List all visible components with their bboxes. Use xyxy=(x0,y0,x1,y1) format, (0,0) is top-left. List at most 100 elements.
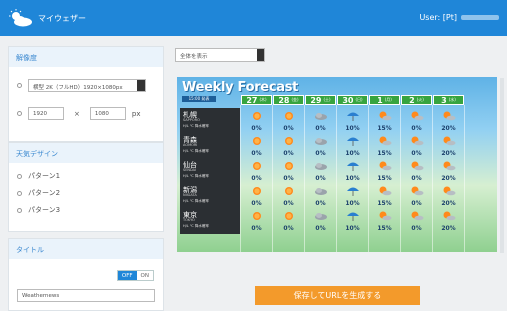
title-input[interactable]: Weathernews xyxy=(17,289,155,302)
day-header: 1 (月) xyxy=(369,95,400,105)
display-select[interactable]: 全体を表示 xyxy=(175,48,265,62)
forecast-cell: 0% xyxy=(241,133,272,159)
preset-radio[interactable] xyxy=(17,83,22,88)
title-toggle[interactable]: OFF ON xyxy=(116,270,154,281)
sun-icon xyxy=(285,137,293,145)
sun-cloud-icon xyxy=(411,211,424,221)
forecast-cell: 20% xyxy=(433,158,464,184)
forecast-cell: 0% xyxy=(305,183,336,209)
day-header: 29 (土) xyxy=(305,95,336,105)
resolution-preset-row: 横型 2K（フルHD）1920×1080px xyxy=(17,79,146,92)
precip-percent: 10% xyxy=(345,150,360,157)
title-panel: タイトル OFF ON Weathernews xyxy=(8,238,164,311)
city-english-name: AOMORI xyxy=(183,143,198,147)
forecast-cell: 10% xyxy=(337,133,368,159)
day-number: 1 xyxy=(377,95,383,105)
unit-label: px xyxy=(131,109,141,118)
city-subtitle: H/L ℃ 降水確率 xyxy=(183,124,209,128)
forecast-cell: 15% xyxy=(369,158,400,184)
forecast-cell: 20% xyxy=(433,133,464,159)
preview-scrollbar[interactable] xyxy=(500,78,504,253)
grid-line xyxy=(464,105,465,252)
forecast-date-label: 15:00 発表 xyxy=(182,96,216,102)
precip-percent: 0% xyxy=(283,225,294,232)
day-of-week: (火) xyxy=(416,97,424,102)
title-panel-title: タイトル xyxy=(9,239,163,259)
sun-cloud-icon xyxy=(443,111,456,121)
precip-percent: 20% xyxy=(441,150,456,157)
precip-percent: 10% xyxy=(345,225,360,232)
pattern-option[interactable]: パターン3 xyxy=(17,205,60,215)
custom-radio[interactable] xyxy=(17,111,22,116)
pattern-option[interactable]: パターン1 xyxy=(17,171,60,181)
forecast-cell: 0% xyxy=(273,158,304,184)
masked-username xyxy=(461,15,499,20)
precip-percent: 0% xyxy=(315,200,326,207)
city-label: 青森 AOMORI H/L ℃ 降水確率 xyxy=(180,133,240,159)
day-number: 27 xyxy=(246,95,258,105)
design-panel: 天気デザイン パターン1 パターン2 パターン3 xyxy=(8,142,164,232)
resolution-select[interactable]: 横型 2K（フルHD）1920×1080px xyxy=(28,79,146,92)
sun-icon xyxy=(253,212,261,220)
forecast-cell: 0% xyxy=(401,158,432,184)
sun-icon xyxy=(285,212,293,220)
forecast-cell: 15% xyxy=(369,183,400,209)
height-input[interactable]: 1080 xyxy=(89,107,126,120)
forecast-cell: 10% xyxy=(337,108,368,134)
day-number: 29 xyxy=(310,95,322,105)
pattern-radio[interactable] xyxy=(17,190,22,196)
user-label[interactable]: User: [Pt] xyxy=(419,13,499,22)
precip-percent: 0% xyxy=(315,225,326,232)
cloud-icon xyxy=(315,163,327,170)
city-subtitle: H/L ℃ 降水確率 xyxy=(183,174,209,178)
precip-percent: 0% xyxy=(411,200,422,207)
day-of-week: (木) xyxy=(259,97,267,102)
forecast-cell: 15% xyxy=(369,133,400,159)
chevron-down-icon xyxy=(257,49,264,61)
cloud-icon xyxy=(315,213,327,220)
precip-percent: 0% xyxy=(251,125,262,132)
sun-cloud-icon xyxy=(379,111,392,121)
sun-cloud-icon xyxy=(411,136,424,146)
width-input[interactable]: 1920 xyxy=(28,107,64,120)
pattern-option[interactable]: パターン2 xyxy=(17,188,60,198)
forecast-cell: 0% xyxy=(273,108,304,134)
forecast-cell: 0% xyxy=(273,133,304,159)
day-number: 3 xyxy=(441,95,447,105)
precip-percent: 0% xyxy=(251,150,262,157)
day-of-week: (日) xyxy=(355,97,363,102)
toggle-off[interactable]: OFF xyxy=(117,271,137,280)
precip-percent: 0% xyxy=(251,200,262,207)
sun-icon xyxy=(285,112,293,120)
city-english-name: SAPPORO xyxy=(183,118,200,122)
day-of-week: (土) xyxy=(323,97,331,102)
precip-percent: 20% xyxy=(441,200,456,207)
umbrella-icon xyxy=(347,112,359,121)
pattern-radio[interactable] xyxy=(17,207,22,213)
sun-icon xyxy=(253,112,261,120)
resolution-title: 解像度 xyxy=(9,47,163,67)
city-label: 新潟 NIIGATA H/L ℃ 降水確率 xyxy=(180,183,240,209)
forecast-cell: 15% xyxy=(369,108,400,134)
forecast-cell: 0% xyxy=(305,133,336,159)
sun-icon xyxy=(285,187,293,195)
toggle-on[interactable]: ON xyxy=(136,271,153,280)
forecast-cell: 0% xyxy=(241,208,272,234)
day-header: 30 (日) xyxy=(337,95,368,105)
city-english-name: SENDAI xyxy=(183,168,197,172)
day-header: 3 (水) xyxy=(433,95,464,105)
precip-percent: 20% xyxy=(441,225,456,232)
umbrella-icon xyxy=(347,187,359,196)
city-subtitle: H/L ℃ 降水確率 xyxy=(183,199,209,203)
forecast-title: Weekly Forecast xyxy=(182,80,299,95)
precip-percent: 0% xyxy=(315,150,326,157)
chevron-down-icon xyxy=(137,80,145,91)
umbrella-icon xyxy=(347,162,359,171)
day-header: 28 (金) xyxy=(273,95,304,105)
save-generate-url-button[interactable]: 保存してURLを生成する xyxy=(255,286,420,305)
precip-percent: 0% xyxy=(283,150,294,157)
precip-percent: 15% xyxy=(377,150,392,157)
forecast-cell: 20% xyxy=(433,108,464,134)
pattern-radio[interactable] xyxy=(17,173,22,179)
sun-cloud-icon xyxy=(443,186,456,196)
